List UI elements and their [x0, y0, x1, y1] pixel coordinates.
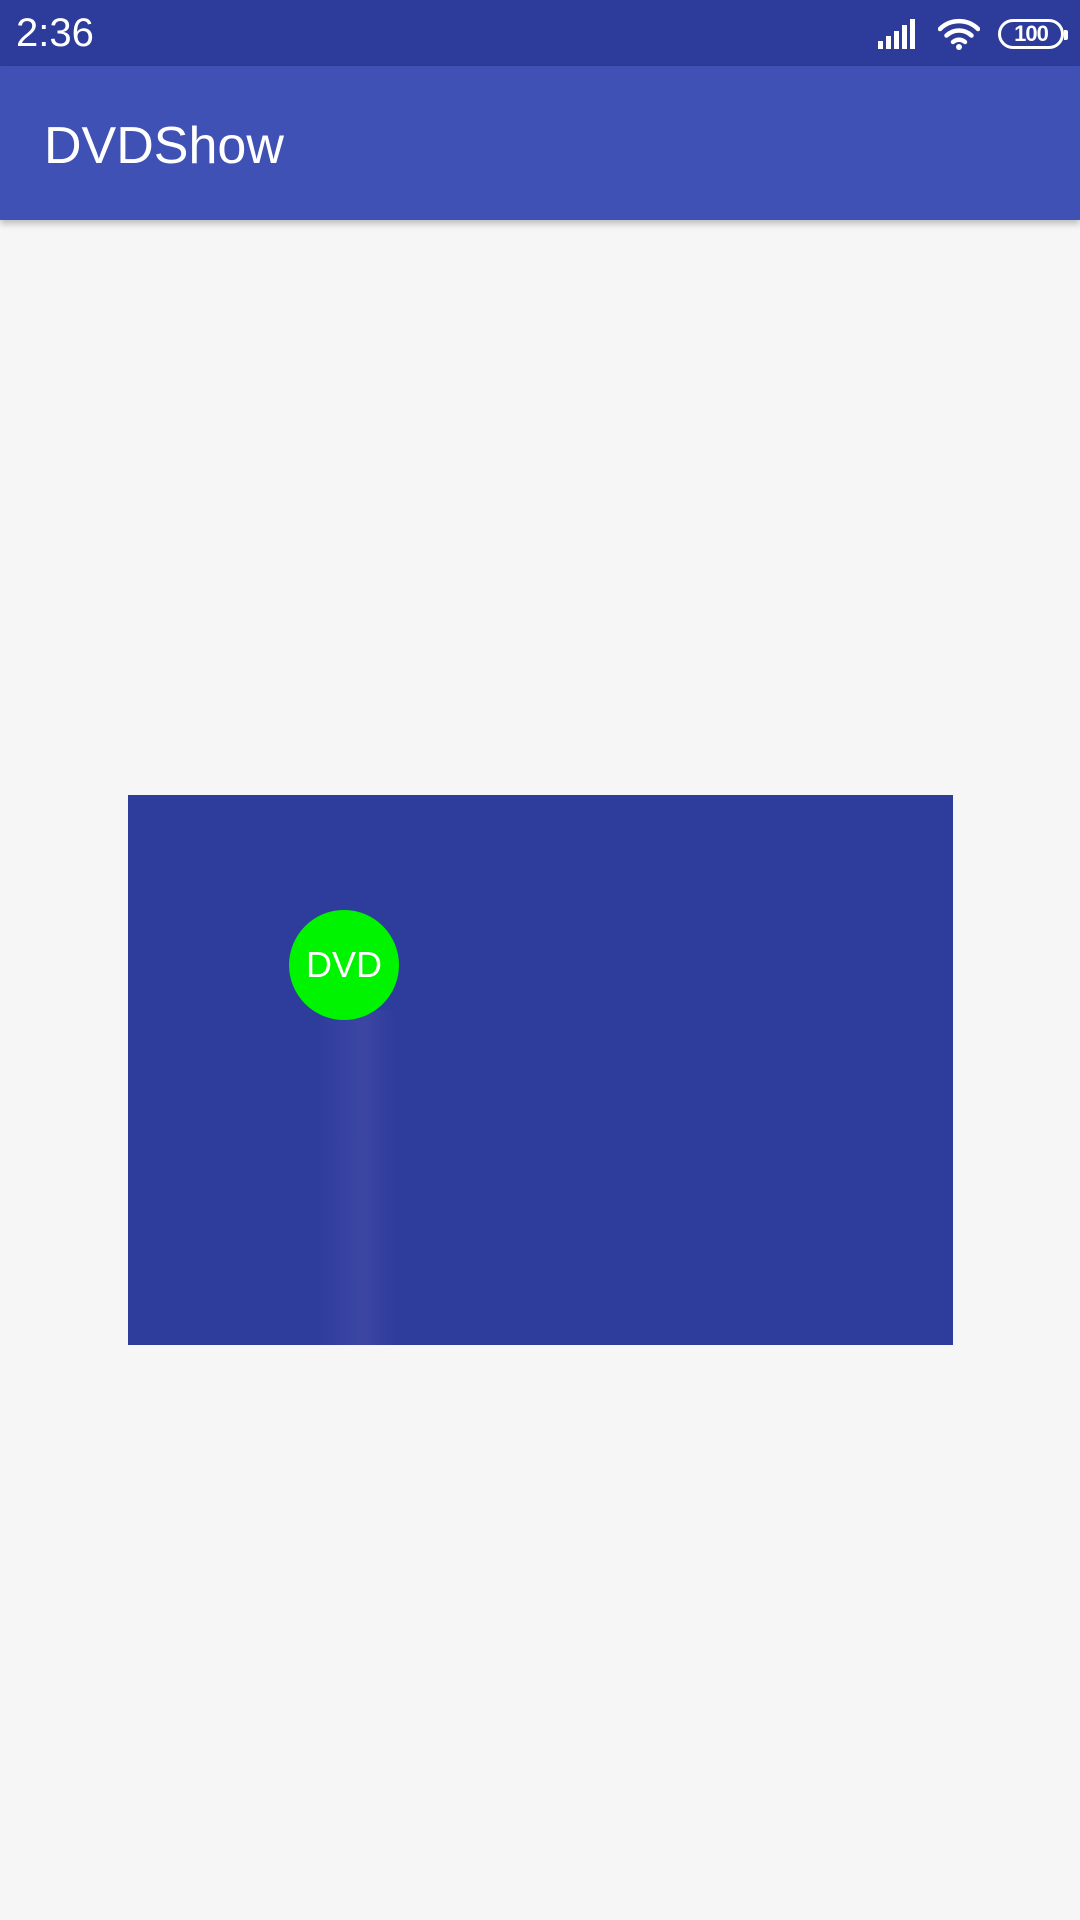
wifi-icon — [938, 18, 980, 50]
dvd-motion-trail — [316, 1010, 396, 1345]
status-icons: 100 — [878, 14, 1068, 54]
battery-icon: 100 — [998, 19, 1068, 49]
status-time: 2:36 — [16, 11, 94, 55]
app-bar: DVDShow — [0, 66, 1080, 220]
dvd-logo-label: DVD — [305, 944, 382, 985]
dvd-logo: DVD — [289, 910, 399, 1020]
battery-level: 100 — [1014, 21, 1049, 46]
status-bar: 2:36 100 — [0, 0, 1080, 66]
signal-icon — [878, 19, 915, 49]
dvd-canvas[interactable]: DVD — [128, 795, 953, 1345]
app-title: DVDShow — [44, 117, 284, 175]
